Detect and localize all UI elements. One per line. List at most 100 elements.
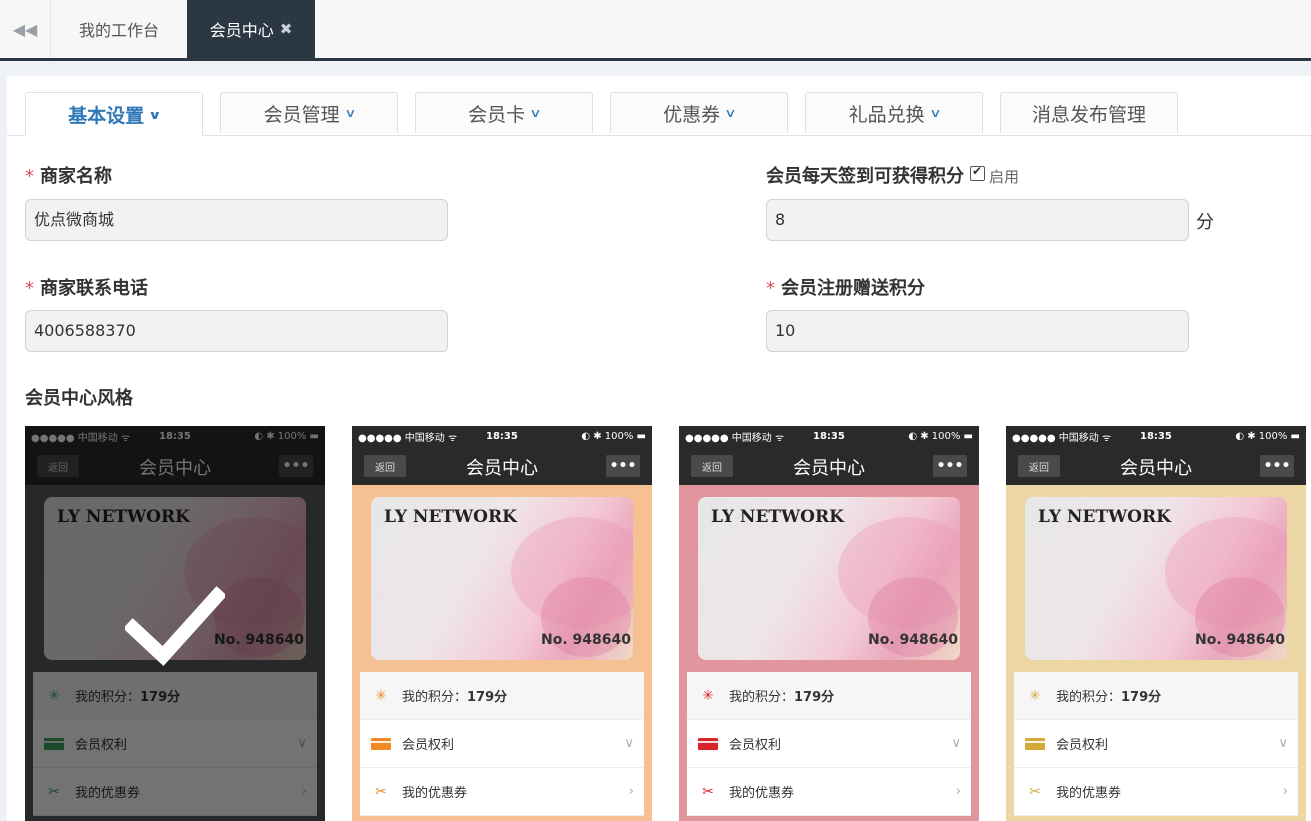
label-text: 商家联系电话: [40, 278, 148, 299]
carrier-text: ●●●●● 中国移动 ᯤ: [1012, 432, 1112, 444]
phone-menu: ✳ 我的积分：179分 会员权利 ∨ ✂ 我的优惠券 ›: [360, 672, 644, 816]
theme-background: LY NETWORK No. 948640 ✳ 我的积分：179分 会员权利 ∨…: [1006, 485, 1306, 821]
carrier-text: ●●●●● 中国移动 ᯤ: [685, 432, 785, 444]
scissors-icon: ✂: [1029, 783, 1041, 800]
rights-label: 会员权利: [1056, 738, 1109, 753]
time-text: 18:35: [813, 430, 845, 442]
battery-icon: ◐ ✱ 100% ▬: [1235, 430, 1300, 442]
required-mark: *: [25, 166, 34, 187]
phone-navbar: 返回 会员中心 •••: [679, 446, 979, 485]
style-option-red[interactable]: ●●●●● 中国移动 ᯤ 18:35 ◐ ✱ 100% ▬ 返回 会员中心 ••…: [679, 426, 979, 821]
subtab-coupons[interactable]: 优惠券 ∨: [610, 92, 788, 133]
card-brand: LY NETWORK: [711, 507, 844, 527]
member-card-image: LY NETWORK No. 948640: [371, 497, 633, 660]
list-item: 会员权利 ∨: [687, 720, 971, 768]
card-number: No. 948640: [541, 632, 631, 648]
points-icon: ✳: [702, 687, 714, 704]
coupons-label: 我的优惠券: [1056, 786, 1122, 801]
card-icon: [370, 733, 392, 755]
chevron-down-icon: ∨: [928, 106, 942, 120]
more-icon: •••: [606, 455, 640, 477]
rights-label: 会员权利: [729, 738, 782, 753]
enable-label: 启用: [989, 168, 1020, 186]
subtab-label: 基本设置: [68, 105, 145, 127]
list-item: ✳ 我的积分：179分: [1014, 672, 1298, 720]
list-item: ✂ 我的优惠券 ›: [687, 768, 971, 816]
top-tabbar: ◀◀ 我的工作台 会员中心 ✖: [0, 0, 1311, 61]
close-icon[interactable]: ✖: [280, 20, 293, 38]
list-item: 会员权利 ∨: [1014, 720, 1298, 768]
subtab-message-publish[interactable]: 消息发布管理: [1000, 92, 1178, 133]
required-mark: *: [766, 278, 775, 299]
points-label: 我的积分：: [1056, 690, 1122, 705]
phone-navbar: 返回 会员中心 •••: [352, 446, 652, 485]
chevron-down-icon: ∨: [529, 106, 542, 120]
chevron-right-icon: ›: [1282, 784, 1288, 799]
subtab-label: 会员管理: [263, 103, 340, 126]
coupons-label: 我的优惠券: [729, 786, 795, 801]
subtab-label: 礼品兑换: [848, 103, 925, 126]
theme-background: LY NETWORK No. 948640 ✳ 我的积分：179分 会员权利 ∨…: [352, 485, 652, 821]
chevron-down-icon: ∨: [1278, 736, 1288, 751]
merchant-phone-input[interactable]: 4006588370: [25, 310, 448, 352]
subtab-member-management[interactable]: 会员管理 ∨: [220, 92, 398, 133]
enable-checkbox[interactable]: [970, 164, 985, 181]
chevron-right-icon: ›: [628, 784, 634, 799]
tab-workbench[interactable]: 我的工作台: [51, 0, 188, 58]
merchant-name-label: * 商家名称: [25, 162, 112, 188]
battery-icon: ◐ ✱ 100% ▬: [581, 430, 646, 442]
list-item: ✂ 我的优惠券 ›: [360, 768, 644, 816]
style-label: 会员中心风格: [25, 388, 133, 409]
card-icon: [1024, 733, 1046, 755]
points-value: 179分: [794, 690, 835, 705]
phone-menu: ✳ 我的积分：179分 会员权利 ∨ ✂ 我的优惠券 ›: [1014, 672, 1298, 816]
merchant-name-input[interactable]: 优点微商城: [25, 199, 448, 241]
style-option-dark[interactable]: ●●●●● 中国移动 ᯤ 18:35 ◐ ✱ 100% ▬ 返回 会员中心 ••…: [25, 426, 325, 821]
tab-member-center[interactable]: 会员中心 ✖: [187, 0, 315, 58]
points-icon: ✳: [375, 687, 387, 704]
subtab-member-card[interactable]: 会员卡 ∨: [415, 92, 593, 133]
time-text: 18:35: [1140, 430, 1172, 442]
register-bonus-points-input[interactable]: 10: [766, 310, 1189, 352]
member-card-image: LY NETWORK No. 948640: [698, 497, 960, 660]
daily-checkin-points-input[interactable]: 8: [766, 199, 1189, 241]
member-card-image: LY NETWORK No. 948640: [1025, 497, 1287, 660]
subtab-basic-settings[interactable]: 基本设置 ∨: [25, 92, 203, 136]
chevron-down-icon: ∨: [724, 106, 737, 120]
phone-status-bar: ●●●●● 中国移动 ᯤ 18:35 ◐ ✱ 100% ▬: [1006, 426, 1306, 446]
scissors-icon: ✂: [702, 783, 714, 800]
subtab-label: 会员卡: [468, 103, 526, 126]
chevron-right-icon: ›: [955, 784, 961, 799]
coupons-label: 我的优惠券: [402, 786, 468, 801]
style-option-yellow[interactable]: ●●●●● 中国移动 ᯤ 18:35 ◐ ✱ 100% ▬ 返回 会员中心 ••…: [1006, 426, 1306, 821]
card-number: No. 948640: [868, 632, 958, 648]
phone-status-bar: ●●●●● 中国移动 ᯤ 18:35 ◐ ✱ 100% ▬: [679, 426, 979, 446]
tab-label: 会员中心: [209, 21, 274, 40]
scissors-icon: ✂: [375, 783, 387, 800]
theme-background: LY NETWORK No. 948640 ✳ 我的积分：179分 会员权利 ∨…: [679, 485, 979, 821]
label-text: 会员注册赠送积分: [781, 278, 925, 299]
scroll-left-button[interactable]: ◀◀: [0, 0, 51, 58]
phone-status-bar: ●●●●● 中国移动 ᯤ 18:35 ◐ ✱ 100% ▬: [352, 426, 652, 446]
chevron-down-icon: ∨: [343, 106, 357, 120]
card-brand: LY NETWORK: [1038, 507, 1171, 527]
time-text: 18:35: [486, 430, 518, 442]
phone-navbar: 返回 会员中心 •••: [1006, 446, 1306, 485]
points-icon: ✳: [1029, 687, 1041, 704]
points-value: 179分: [1121, 690, 1162, 705]
more-icon: •••: [933, 455, 967, 477]
points-label: 我的积分：: [729, 690, 795, 705]
subtab-gift-exchange[interactable]: 礼品兑换 ∨: [805, 92, 983, 133]
content-panel: 基本设置 ∨ 会员管理 ∨ 会员卡 ∨ 优惠券 ∨ 礼品兑换 ∨ 消息发布管理 * 商家名称…: [7, 76, 1311, 821]
chevron-down-icon: ∨: [624, 736, 634, 751]
subtab-label: 优惠券: [663, 103, 721, 126]
list-item: 会员权利 ∨: [360, 720, 644, 768]
more-icon: •••: [1260, 455, 1294, 477]
checkmark-icon: [125, 586, 225, 666]
card-brand: LY NETWORK: [384, 507, 517, 527]
style-option-orange[interactable]: ●●●●● 中国移动 ᯤ 18:35 ◐ ✱ 100% ▬ 返回 会员中心 ••…: [352, 426, 652, 821]
register-bonus-label: * 会员注册赠送积分: [766, 274, 925, 300]
list-item: ✳ 我的积分：179分: [687, 672, 971, 720]
tab-label: 我的工作台: [78, 21, 159, 40]
card-icon: [697, 733, 719, 755]
